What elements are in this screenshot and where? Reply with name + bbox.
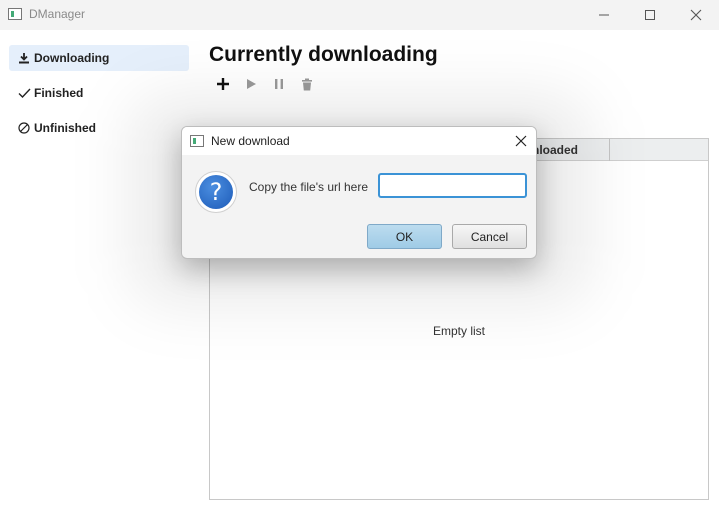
dialog-title: New download: [211, 134, 290, 148]
prohibited-icon: [17, 121, 31, 135]
page-title: Currently downloading: [209, 43, 438, 66]
ok-button[interactable]: OK: [367, 224, 442, 249]
cancel-button[interactable]: Cancel: [452, 224, 527, 249]
new-download-dialog: New download ? Copy the file's url here …: [181, 126, 537, 259]
pause-button[interactable]: [270, 75, 288, 93]
add-button[interactable]: [214, 75, 232, 93]
add-icon: [217, 78, 229, 90]
url-prompt-label: Copy the file's url here: [249, 180, 369, 194]
dialog-titlebar: New download: [182, 127, 536, 155]
play-button[interactable]: [242, 75, 260, 93]
minimize-button[interactable]: [581, 0, 627, 30]
trash-icon: [302, 78, 312, 90]
checkmark-icon: [17, 86, 31, 100]
empty-list-message: Empty list: [432, 324, 485, 338]
maximize-button[interactable]: [627, 0, 673, 30]
download-icon: [17, 51, 31, 65]
question-icon: ?: [195, 171, 237, 213]
dialog-close-button[interactable]: [506, 127, 536, 155]
dialog-app-icon: [190, 135, 204, 147]
close-icon: [690, 9, 702, 21]
sidebar-item-downloading[interactable]: Downloading: [9, 45, 189, 71]
app-icon: [8, 8, 22, 20]
window-titlebar: DManager: [0, 0, 719, 30]
sidebar-item-label: Finished: [34, 86, 84, 100]
url-input[interactable]: [378, 173, 527, 198]
delete-button[interactable]: [298, 75, 316, 93]
pause-icon: [275, 79, 283, 89]
close-icon: [515, 135, 527, 147]
column-divider[interactable]: [609, 139, 610, 161]
close-button[interactable]: [673, 0, 719, 30]
play-icon: [247, 79, 256, 89]
maximize-icon: [645, 10, 655, 20]
sidebar-item-label: Unfinished: [34, 121, 96, 135]
minimize-icon: [599, 14, 609, 16]
window-title: DManager: [29, 7, 86, 21]
sidebar-item-label: Downloading: [34, 51, 110, 65]
